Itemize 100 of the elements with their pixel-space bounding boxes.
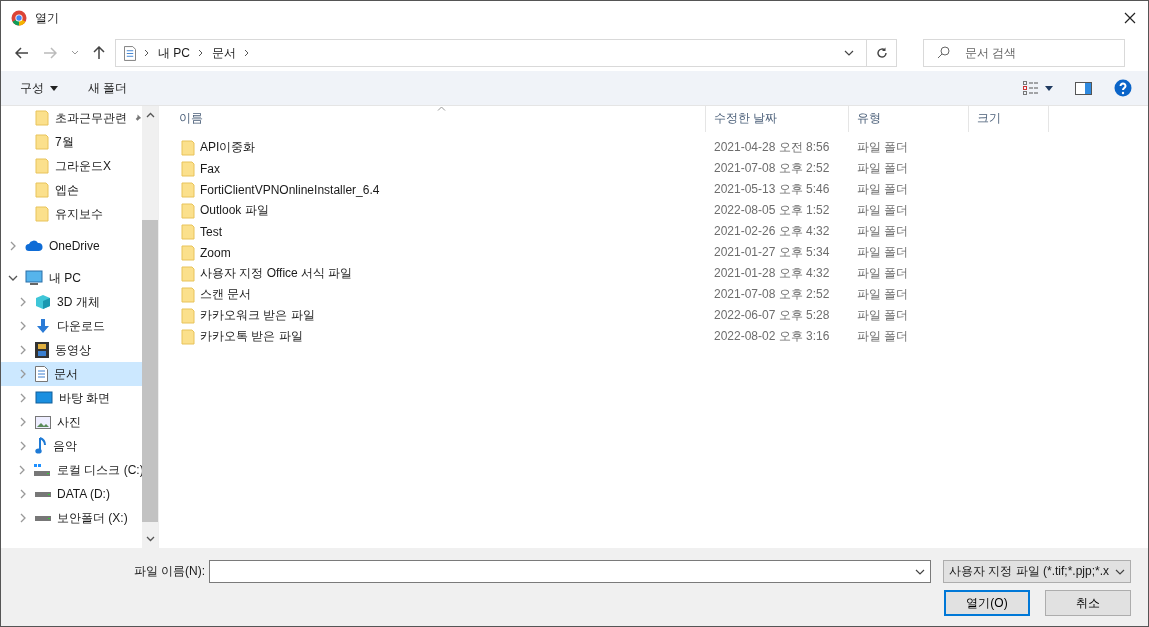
dropdown-chevron-icon[interactable] (915, 568, 925, 575)
scroll-down-icon[interactable] (145, 536, 155, 542)
nav-item[interactable]: 문서 (1, 362, 142, 386)
chevron-down-icon[interactable] (8, 273, 18, 283)
preview-pane-icon[interactable] (1075, 81, 1092, 95)
nav-label: 다운로드 (57, 317, 105, 335)
nav-item[interactable]: 바탕 화면 (1, 386, 142, 410)
breadcrumb[interactable]: 내 PC (158, 44, 190, 62)
recent-chevron-icon[interactable] (71, 50, 79, 56)
scroll-thumb[interactable] (142, 220, 158, 522)
column-header[interactable]: 이름 (171, 106, 706, 132)
folder-icon (181, 244, 195, 261)
back-arrow-icon[interactable] (15, 47, 29, 59)
file-row[interactable]: 카카오워크 받은 파일 2022-06-07 오후 5:28 파일 폴더 (171, 305, 1148, 326)
nav-item[interactable]: 3D 개체 (1, 290, 142, 314)
file-row[interactable]: API이중화 2021-04-28 오전 8:56 파일 폴더 (171, 137, 1148, 158)
nav-item[interactable]: 음악 (1, 434, 142, 458)
window-title: 열기 (35, 9, 59, 27)
nav-label: 유지보수 (55, 205, 103, 223)
file-row[interactable]: Test 2021-02-26 오후 4:32 파일 폴더 (171, 221, 1148, 242)
folder-icon (35, 158, 49, 174)
table-cell: 파일 폴더 (857, 265, 909, 282)
nav-label: 그라운드X (55, 157, 111, 175)
landscape-icon (35, 415, 51, 429)
nav-item[interactable]: DATA (D:) (1, 482, 142, 506)
help-icon[interactable] (1114, 79, 1132, 97)
caret-icon[interactable] (1045, 85, 1053, 91)
table-cell: 2021-01-28 오후 4:32 (714, 265, 830, 282)
scroll-up-icon[interactable] (145, 112, 155, 118)
table-cell: 2021-02-26 오후 4:32 (714, 223, 830, 240)
drive-icon (35, 515, 51, 521)
filename-field[interactable] (209, 560, 931, 583)
folder-icon (181, 202, 195, 219)
folder-icon (181, 307, 195, 324)
table-cell: 2021-04-28 오전 8:56 (714, 139, 830, 156)
nav-label: DATA (D:) (57, 487, 110, 501)
nav-label: 엡손 (55, 181, 79, 199)
up-arrow-icon[interactable] (93, 46, 105, 60)
folder-icon (181, 181, 195, 198)
table-cell: 2022-06-07 오후 5:28 (714, 307, 830, 324)
refresh-button[interactable] (867, 39, 897, 67)
column-header[interactable]: 크기 (969, 106, 1049, 132)
file-name: Fax (200, 161, 220, 176)
file-row[interactable]: Fax 2021-07-08 오후 2:52 파일 폴더 (171, 158, 1148, 179)
file-row[interactable]: Outlook 파일 2022-08-05 오후 1:52 파일 폴더 (171, 200, 1148, 221)
table-cell: 파일 폴더 (857, 286, 909, 303)
close-icon[interactable] (1124, 12, 1136, 24)
table-cell: 파일 폴더 (857, 160, 909, 177)
file-type-dropdown[interactable]: 사용자 지정 파일 (*.tif;*.pjp;*.x (943, 560, 1131, 583)
cloud-icon (25, 240, 43, 252)
folder-icon (181, 286, 195, 303)
nav-item[interactable]: OneDrive (1, 234, 142, 258)
nav-item[interactable]: 다운로드 (1, 314, 142, 338)
address-bar[interactable]: 내 PC 문서 (115, 39, 867, 67)
organize-menu[interactable]: 구성 (20, 79, 44, 97)
file-row[interactable]: 카카오톡 받은 파일 2022-08-02 오후 3:16 파일 폴더 (171, 326, 1148, 347)
nav-item[interactable]: 보안폴더 (X:) (1, 506, 142, 530)
nav-item[interactable]: 7월 (1, 130, 142, 154)
table-cell: 파일 폴더 (857, 307, 909, 324)
column-header[interactable]: 유형 (849, 106, 969, 132)
file-name: FortiClientVPNOnlineInstaller_6.4 (200, 182, 380, 197)
new-folder-button[interactable]: 새 폴더 (88, 79, 128, 97)
scrollbar[interactable] (142, 106, 158, 548)
nav-item[interactable]: 그라운드X (1, 154, 142, 178)
table-cell: 2021-07-08 오후 2:52 (714, 286, 830, 303)
nav-label: 사진 (57, 413, 81, 431)
search-field[interactable]: 문서 검색 (923, 39, 1125, 67)
file-row[interactable]: FortiClientVPNOnlineInstaller_6.4 2021-05-13 오후 5:46 파일 폴더 (171, 179, 1148, 200)
browser-logo-icon (11, 10, 27, 26)
folder-icon (35, 110, 49, 126)
view-options-icon[interactable] (1023, 81, 1039, 95)
file-row[interactable]: Zoom 2021-01-27 오후 5:34 파일 폴더 (171, 242, 1148, 263)
file-row[interactable]: 스캔 문서 2021-07-08 오후 2:52 파일 폴더 (171, 284, 1148, 305)
caret-icon[interactable] (50, 85, 58, 91)
open-button[interactable]: 열기(O) (944, 590, 1030, 616)
folder-icon (35, 182, 49, 198)
nav-item[interactable]: 내 PC (1, 266, 142, 290)
nav-item[interactable]: 초과근무관련 (1, 106, 142, 130)
table-cell: 2021-07-08 오후 2:52 (714, 160, 830, 177)
nav-label: 7월 (55, 133, 74, 151)
cancel-button[interactable]: 취소 (1045, 590, 1131, 616)
chevron-right-icon[interactable] (144, 49, 150, 57)
nav-item[interactable]: 동영상 (1, 338, 142, 362)
folder-icon (35, 206, 49, 222)
breadcrumb[interactable]: 문서 (212, 44, 236, 62)
dropdown-chevron-icon[interactable] (844, 50, 854, 56)
pin-icon[interactable] (133, 113, 142, 123)
file-name: Outlook 파일 (200, 202, 269, 219)
refresh-icon (875, 47, 888, 59)
file-row[interactable]: 사용자 지정 Office 서식 파일 2021-01-28 오후 4:32 파일 폴더 (171, 263, 1148, 284)
drive-icon (35, 491, 51, 497)
nav-item[interactable]: 사진 (1, 410, 142, 434)
monitor-icon (35, 391, 53, 405)
chevron-right-icon[interactable] (244, 49, 250, 57)
nav-item[interactable]: 엡손 (1, 178, 142, 202)
chevron-right-icon[interactable] (198, 49, 204, 57)
nav-item[interactable]: 유지보수 (1, 202, 142, 226)
column-header[interactable]: 수정한 날짜 (706, 106, 849, 132)
table-cell: 파일 폴더 (857, 328, 909, 345)
cube-icon (35, 294, 51, 310)
